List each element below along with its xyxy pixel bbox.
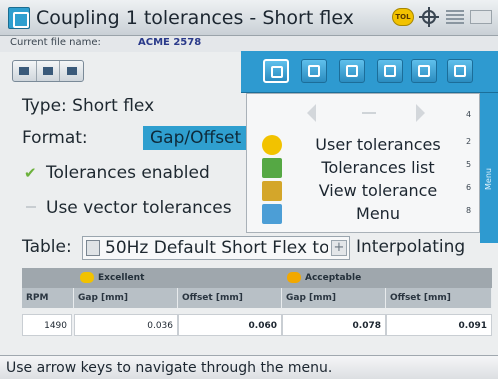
interpolating-label: Interpolating [356,237,466,257]
user-tolerances-icon [262,135,282,155]
tolerances-list-icon [262,158,282,178]
cell-exc-offset[interactable]: 0.060 [178,314,282,336]
cell-acc-gap[interactable]: 0.078 [282,314,386,336]
acceptable-header: Acceptable [287,268,492,288]
screen: Coupling 1 tolerances - Short flex TOL C… [0,0,498,379]
filename-label: Current file name: [10,37,101,48]
column-header-row: RPM Gap [mm] Offset [mm] Gap [mm] Offset… [22,288,492,308]
col-acc-offset: Offset [mm] [386,288,492,308]
mid-button[interactable] [37,61,61,81]
nav-dash [362,112,376,114]
col-rpm: RPM [22,288,74,308]
table-select-value: 50Hz Default Short Flex to [105,238,328,258]
nav-right-icon[interactable] [416,104,425,122]
table-label: Table: [22,237,72,257]
unchecked-icon[interactable] [26,206,36,208]
filename-row: Current file name: ACME 2578 [0,36,498,52]
table-file-icon [86,240,100,256]
tol-badge-icon[interactable]: TOL [392,8,414,26]
format-value[interactable]: Gap/Offset [143,126,263,150]
group-header-row: Excellent Acceptable [22,268,492,288]
col-acc-gap: Gap [mm] [282,288,386,308]
col-exc-offset: Offset [mm] [178,288,282,308]
menu-icon [262,204,282,224]
menu-item-tolerances-list[interactable]: Tolerances list 5 [262,157,474,179]
status-text: Use arrow keys to navigate through the m… [6,360,333,376]
menu-item-user-tolerances[interactable]: User tolerances 2 [262,134,474,156]
filename-value: ACME 2578 [138,37,202,48]
mini-toolbar [12,60,84,82]
excellent-icon [80,272,94,283]
up-button[interactable] [13,61,37,81]
format-label: Format: [22,128,88,148]
menu-toolbar [241,51,498,93]
view-tolerance-icon [262,181,282,201]
tolerances-enabled-label[interactable]: Tolerances enabled [46,163,210,183]
plus-icon[interactable]: + [331,240,347,256]
menu-side-label: Menu [484,168,493,190]
type-label: Type: Short flex [22,96,155,116]
table-row[interactable]: 1490 0.036 0.060 0.078 0.091 [22,314,492,336]
window-title: Coupling 1 tolerances - Short flex [36,7,354,29]
cell-rpm[interactable]: 1490 [22,314,72,336]
battery-icon [470,10,492,24]
cell-acc-offset[interactable]: 0.091 [386,314,492,336]
graph-icon[interactable] [377,59,403,83]
status-bar: Use arrow keys to navigate through the m… [0,355,498,379]
menu-top-key: 4 [466,110,472,119]
crosshair-icon[interactable] [418,6,440,28]
col-exc-gap: Gap [mm] [74,288,178,308]
grid-icon[interactable] [446,10,464,24]
settings-icon[interactable] [447,59,473,83]
vector-tolerances-label[interactable]: Use vector tolerances [46,198,232,218]
menu-item-menu[interactable]: Menu 8 [262,203,474,225]
nav-left-icon[interactable] [307,104,316,122]
app-icon [8,7,30,29]
down-button[interactable] [60,61,83,81]
table-select[interactable]: 50Hz Default Short Flex to + [82,236,350,260]
menu-item-view-tolerance[interactable]: View tolerance 6 [262,180,474,202]
title-bar: Coupling 1 tolerances - Short flex TOL [0,0,498,36]
check-icon[interactable]: ✔ [24,166,40,181]
excellent-header: Excellent [80,268,285,288]
grid-tool-icon[interactable] [301,59,327,83]
wave-icon[interactable] [411,59,437,83]
info-icon[interactable] [339,59,365,83]
acceptable-icon [287,272,301,283]
cell-exc-gap[interactable]: 0.036 [74,314,178,336]
coupling-icon[interactable] [263,59,289,83]
